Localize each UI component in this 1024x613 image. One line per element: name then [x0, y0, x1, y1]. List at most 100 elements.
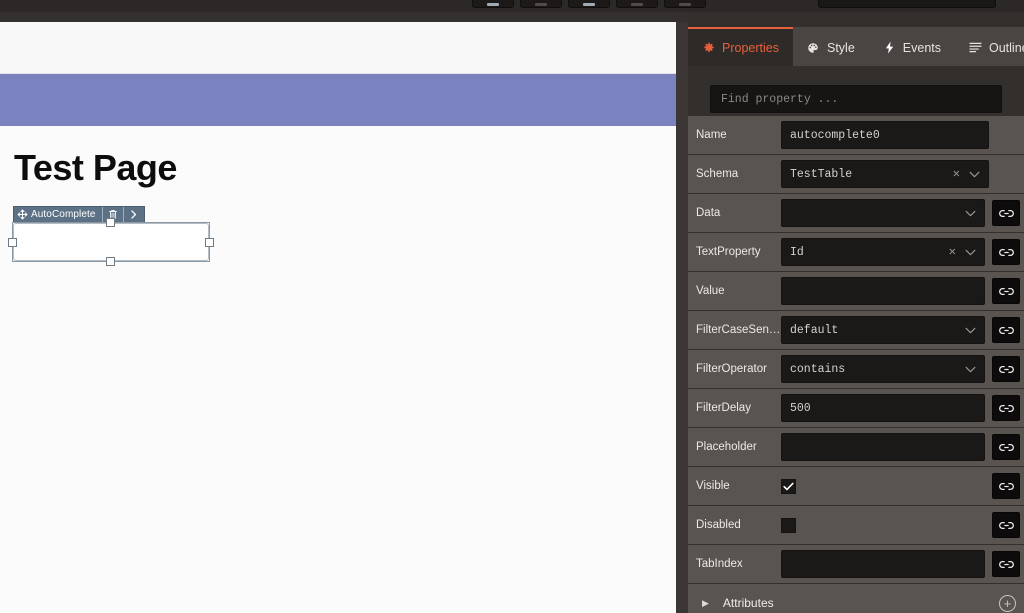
chevron-down-icon[interactable]: [965, 249, 976, 256]
bolt-icon: [883, 41, 896, 54]
chevron-down-icon[interactable]: [965, 210, 976, 217]
resize-handle-top[interactable]: [106, 218, 115, 227]
gear-icon: [702, 41, 715, 54]
canvas-content: Test Page AutoComplete: [0, 126, 676, 613]
filterdelay-input[interactable]: 500: [781, 394, 985, 422]
toolbar-button-3[interactable]: [568, 0, 610, 8]
schema-select[interactable]: TestTable ✕: [781, 160, 989, 188]
property-search-input[interactable]: [710, 85, 1002, 113]
property-row-schema[interactable]: Schema TestTable ✕: [688, 155, 1024, 193]
panel-top-control[interactable]: [818, 0, 996, 8]
tabindex-input[interactable]: [781, 550, 985, 578]
toolbar-button-4[interactable]: [616, 0, 658, 8]
toolbar-button-1[interactable]: [472, 0, 514, 8]
inspector-tabbar: Properties Style Events Outlin: [688, 27, 1024, 66]
autocomplete-input[interactable]: [13, 223, 209, 261]
tab-events[interactable]: Events: [869, 27, 955, 66]
property-value: TestTable: [790, 167, 853, 181]
tab-outline[interactable]: Outline: [955, 27, 1024, 66]
property-label: Schema: [696, 168, 739, 180]
bind-link-button[interactable]: [992, 473, 1020, 499]
page-banner: [0, 74, 676, 126]
name-input[interactable]: autocomplete0: [781, 121, 989, 149]
property-list: Name autocomplete0 Schema TestTable ✕ Da…: [688, 116, 1024, 613]
filtercasesensitivity-select[interactable]: default: [781, 316, 985, 344]
field-adornments: [959, 210, 976, 217]
plus-circle-icon[interactable]: +: [999, 594, 1016, 612]
attributes-label: Attributes: [722, 596, 774, 610]
bind-link-button[interactable]: [992, 239, 1020, 265]
widget-chip-toolbar[interactable]: AutoComplete: [13, 206, 145, 223]
tab-style[interactable]: Style: [793, 27, 869, 66]
filteroperator-select[interactable]: contains: [781, 355, 985, 383]
chevron-down-icon[interactable]: [969, 171, 980, 178]
property-row-filterdelay[interactable]: FilterDelay 500: [688, 389, 1024, 427]
widget-chip-label: AutoComplete: [31, 209, 96, 220]
toolbar-button-5[interactable]: [664, 0, 706, 8]
panel-divider: [676, 22, 688, 613]
property-label: Visible: [696, 480, 730, 492]
bind-link-button[interactable]: [992, 317, 1020, 343]
move-arrows-icon[interactable]: [14, 207, 30, 222]
canvas-header-area: [0, 22, 676, 74]
design-canvas[interactable]: Test Page AutoComplete: [0, 22, 676, 613]
property-row-data[interactable]: Data: [688, 194, 1024, 232]
tab-properties-label: Properties: [722, 40, 779, 55]
chevron-right-icon[interactable]: [124, 207, 144, 222]
property-label: TextProperty: [696, 246, 761, 258]
property-value: default: [790, 323, 839, 337]
chevron-down-icon[interactable]: [965, 366, 976, 373]
tool-4-icon: [631, 3, 643, 6]
toolbar-button-group: [472, 0, 706, 8]
field-adornments: [959, 327, 976, 334]
tool-2-icon: [535, 3, 547, 6]
resize-handle-bottom[interactable]: [106, 257, 115, 266]
property-row-filteroperator[interactable]: FilterOperator contains: [688, 350, 1024, 388]
property-row-tabindex[interactable]: TabIndex: [688, 545, 1024, 583]
toolbar-button-2[interactable]: [520, 0, 562, 8]
property-value: autocomplete0: [790, 128, 880, 142]
data-select[interactable]: [781, 199, 985, 227]
property-label: FilterDelay: [696, 402, 751, 414]
clear-icon[interactable]: ✕: [953, 168, 960, 180]
page-title: Test Page: [14, 147, 177, 188]
property-label: Placeholder: [696, 441, 757, 453]
property-row-disabled[interactable]: Disabled: [688, 506, 1024, 544]
bind-link-button[interactable]: [992, 278, 1020, 304]
property-row-filtercasesensitivity[interactable]: FilterCaseSensiti... default: [688, 311, 1024, 349]
property-row-name[interactable]: Name autocomplete0: [688, 116, 1024, 154]
autocomplete-widget[interactable]: AutoComplete: [8, 206, 214, 266]
property-row-placeholder[interactable]: Placeholder: [688, 428, 1024, 466]
bind-link-button[interactable]: [992, 395, 1020, 421]
attributes-section-row[interactable]: ▶ Attributes +: [688, 584, 1024, 613]
visible-checkbox[interactable]: [781, 478, 796, 494]
placeholder-input[interactable]: [781, 433, 985, 461]
textproperty-select[interactable]: Id ✕: [781, 238, 985, 266]
triangle-right-icon[interactable]: ▶: [702, 598, 709, 608]
property-label: FilterCaseSensiti...: [696, 324, 781, 336]
inspector-panel: Properties Style Events Outlin Find prop…: [688, 12, 1024, 613]
tab-outline-label: Outline: [989, 40, 1024, 55]
resize-handle-left[interactable]: [8, 238, 17, 247]
property-row-value[interactable]: Value: [688, 272, 1024, 310]
property-row-textproperty[interactable]: TextProperty Id ✕: [688, 233, 1024, 271]
property-label: TabIndex: [696, 558, 743, 570]
disabled-checkbox[interactable]: [781, 517, 796, 533]
bind-link-button[interactable]: [992, 356, 1020, 382]
bind-link-button[interactable]: [992, 512, 1020, 538]
clear-icon[interactable]: ✕: [949, 246, 956, 258]
property-label: Data: [696, 207, 721, 219]
bind-link-button[interactable]: [992, 434, 1020, 460]
property-search-row: [688, 66, 1024, 113]
field-adornments: [959, 366, 976, 373]
value-input[interactable]: [781, 277, 985, 305]
bind-link-button[interactable]: [992, 551, 1020, 577]
chevron-down-icon[interactable]: [965, 327, 976, 334]
app-root: Test Page AutoComplete Properties Style …: [0, 0, 1024, 613]
tab-properties[interactable]: Properties: [688, 27, 793, 66]
property-label: FilterOperator: [696, 363, 767, 375]
bind-link-button[interactable]: [992, 200, 1020, 226]
resize-handle-right[interactable]: [205, 238, 214, 247]
property-row-visible[interactable]: Visible: [688, 467, 1024, 505]
tool-5-icon: [679, 3, 691, 6]
